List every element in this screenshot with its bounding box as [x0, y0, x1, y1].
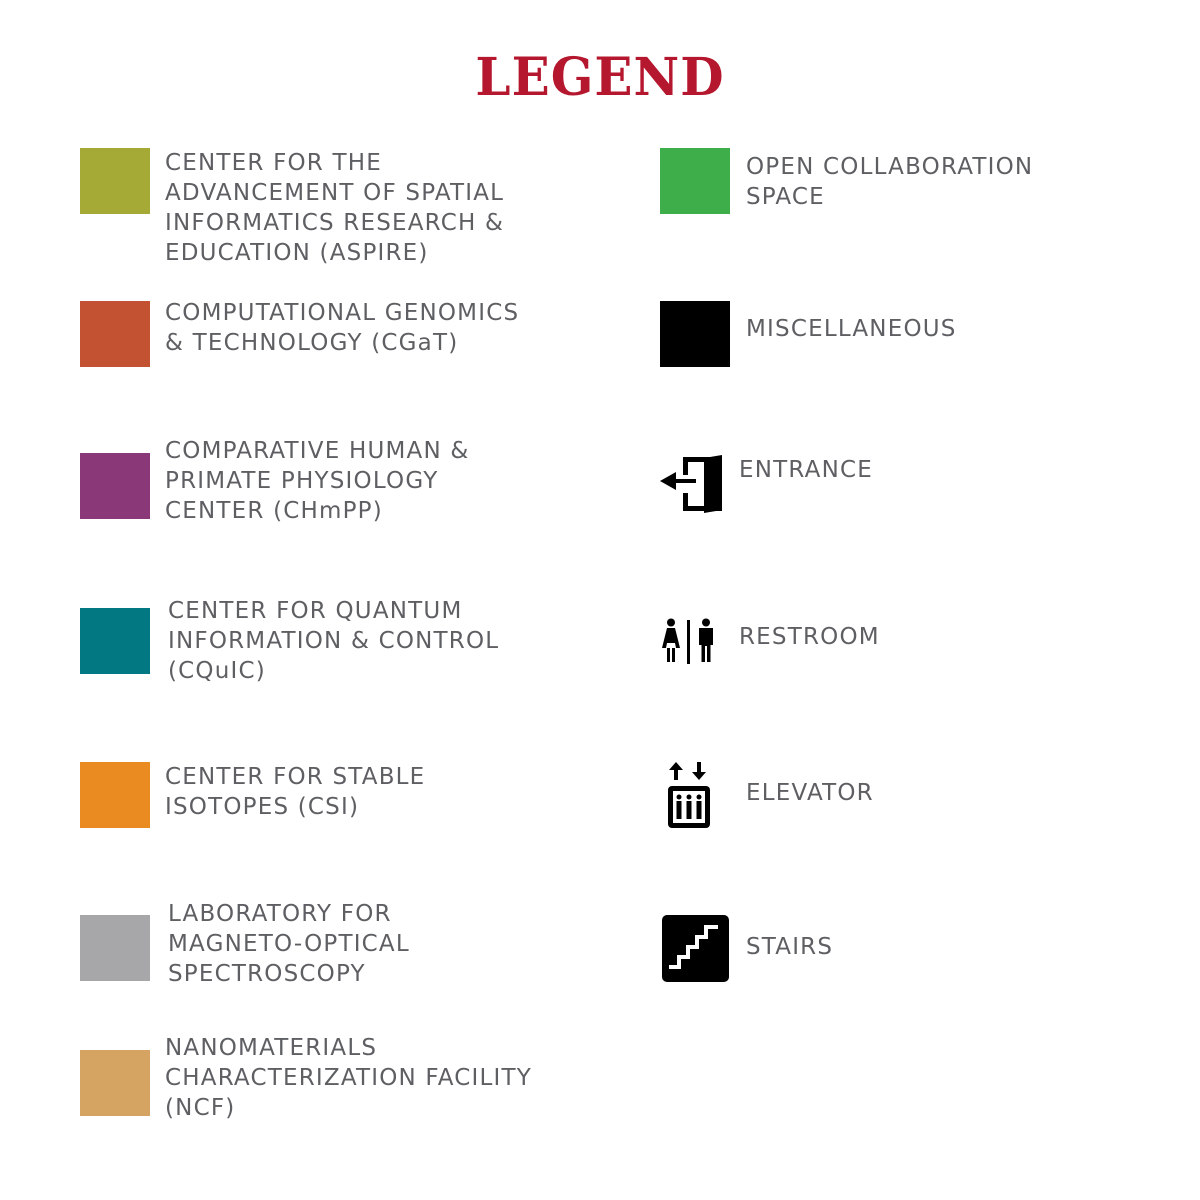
cquic-swatch	[80, 608, 150, 674]
cquic-label: CENTER FOR QUANTUM INFORMATION & CONTROL…	[168, 598, 500, 684]
entrance-label: ENTRANCE	[739, 457, 873, 483]
elevator-icon	[666, 760, 712, 828]
miscellaneous-label: MISCELLANEOUS	[746, 316, 957, 342]
restroom-icon	[660, 618, 718, 666]
legend-title: LEGEND	[475, 45, 725, 108]
open-collaboration-label: OPEN COLLABORATION SPACE	[746, 154, 1034, 210]
magneto-optical-label: LABORATORY FOR MAGNETO-OPTICAL SPECTROSC…	[168, 901, 410, 987]
csi-label: CENTER FOR STABLE ISOTOPES (CSI)	[165, 764, 426, 820]
chmpp-label: COMPARATIVE HUMAN & PRIMATE PHYSIOLOGY C…	[165, 438, 470, 524]
cgat-swatch	[80, 301, 150, 367]
entrance-icon	[660, 453, 726, 515]
ncf-swatch	[80, 1050, 150, 1116]
magneto-optical-swatch	[80, 915, 150, 981]
open-collaboration-swatch	[660, 148, 730, 214]
cgat-label: COMPUTATIONAL GENOMICS & TECHNOLOGY (CGa…	[165, 300, 520, 356]
restroom-label: RESTROOM	[739, 624, 880, 650]
aspire-label: CENTER FOR THE ADVANCEMENT OF SPATIAL IN…	[165, 150, 505, 266]
stairs-label: STAIRS	[746, 934, 834, 960]
chmpp-swatch	[80, 453, 150, 519]
elevator-label: ELEVATOR	[746, 780, 874, 806]
ncf-label: NANOMATERIALS CHARACTERIZATION FACILITY …	[165, 1035, 533, 1121]
csi-swatch	[80, 762, 150, 828]
miscellaneous-swatch	[660, 301, 730, 367]
aspire-swatch	[80, 148, 150, 214]
stairs-icon	[662, 915, 729, 982]
